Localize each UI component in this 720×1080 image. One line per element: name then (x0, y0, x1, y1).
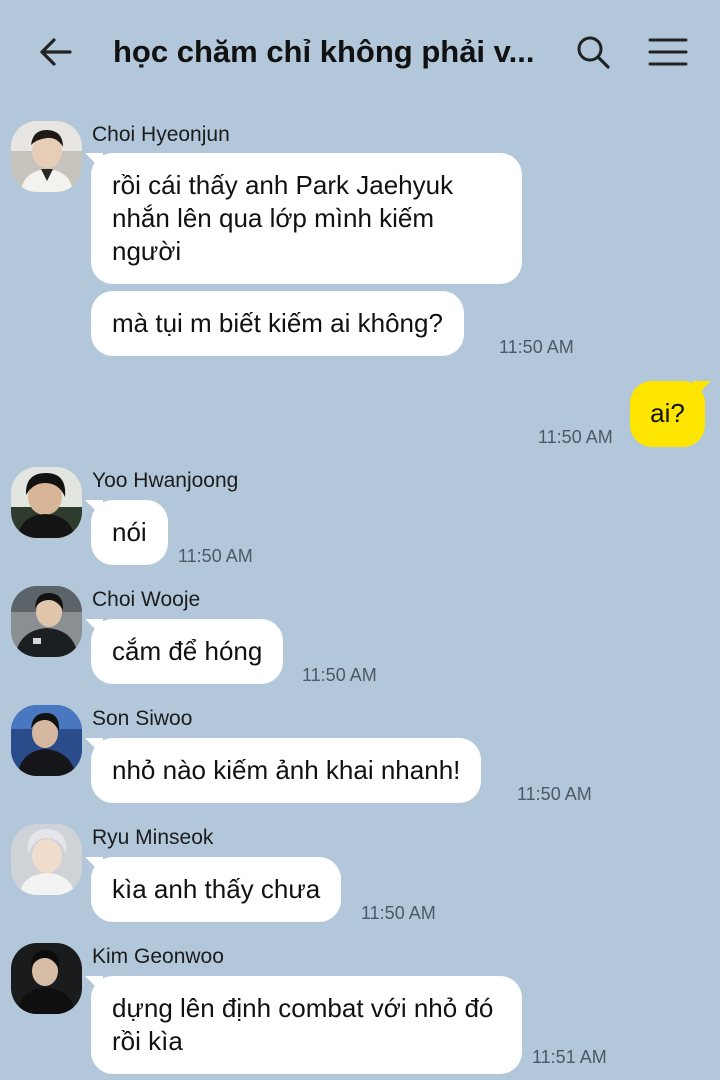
menu-icon (648, 38, 688, 66)
my-message-bubble[interactable]: ai? (630, 381, 705, 447)
message-time: 11:50 AM (517, 784, 592, 804)
chat-title: học chăm chỉ không phải v... (113, 34, 535, 69)
message-time: 11:50 AM (302, 665, 377, 685)
profile-photo (11, 705, 82, 776)
avatar[interactable] (11, 586, 82, 657)
sender-name: Kim Geonwoo (92, 945, 224, 968)
message-time: 11:50 AM (178, 546, 253, 566)
menu-button[interactable] (646, 32, 690, 72)
message-bubble[interactable]: nói (91, 500, 168, 565)
profile-photo (11, 467, 82, 538)
message-bubble[interactable]: mà tụi m biết kiếm ai không? (91, 291, 464, 356)
chat-header: học chăm chỉ không phải v... (0, 0, 720, 104)
message-bubble[interactable]: rồi cái thấy anh Park Jaehyuk nhắn lên q… (91, 153, 522, 284)
avatar[interactable] (11, 467, 82, 538)
sender-name: Son Siwoo (92, 707, 193, 730)
sender-name: Choi Hyeonjun (92, 123, 230, 146)
avatar[interactable] (11, 943, 82, 1014)
message-time: 11:50 AM (538, 427, 613, 447)
search-icon (577, 36, 610, 69)
sender-name: Yoo Hwanjoong (92, 469, 239, 492)
profile-photo (11, 824, 82, 895)
message-bubble[interactable]: kìa anh thấy chưa (91, 857, 342, 922)
avatar[interactable] (11, 824, 82, 895)
back-arrow-icon (40, 38, 72, 66)
profile-photo (11, 586, 82, 657)
profile-photo (11, 943, 82, 1014)
message-bubble[interactable]: dựng lên định combat với nhỏ đó rồi kìa (91, 976, 522, 1074)
back-button[interactable] (34, 32, 76, 72)
message-bubble[interactable]: nhỏ nào kiếm ảnh khai nhanh! (91, 738, 482, 803)
sender-name: Ryu Minseok (92, 826, 214, 849)
avatar[interactable] (11, 705, 82, 776)
message-time: 11:51 AM (532, 1047, 607, 1067)
sender-name: Choi Wooje (92, 588, 201, 611)
avatar[interactable] (11, 121, 82, 192)
search-button[interactable] (572, 32, 614, 72)
message-time: 11:50 AM (361, 903, 436, 923)
message-time: 11:50 AM (499, 337, 574, 357)
message-bubble[interactable]: cắm để hóng (91, 619, 284, 684)
profile-photo (11, 121, 82, 192)
